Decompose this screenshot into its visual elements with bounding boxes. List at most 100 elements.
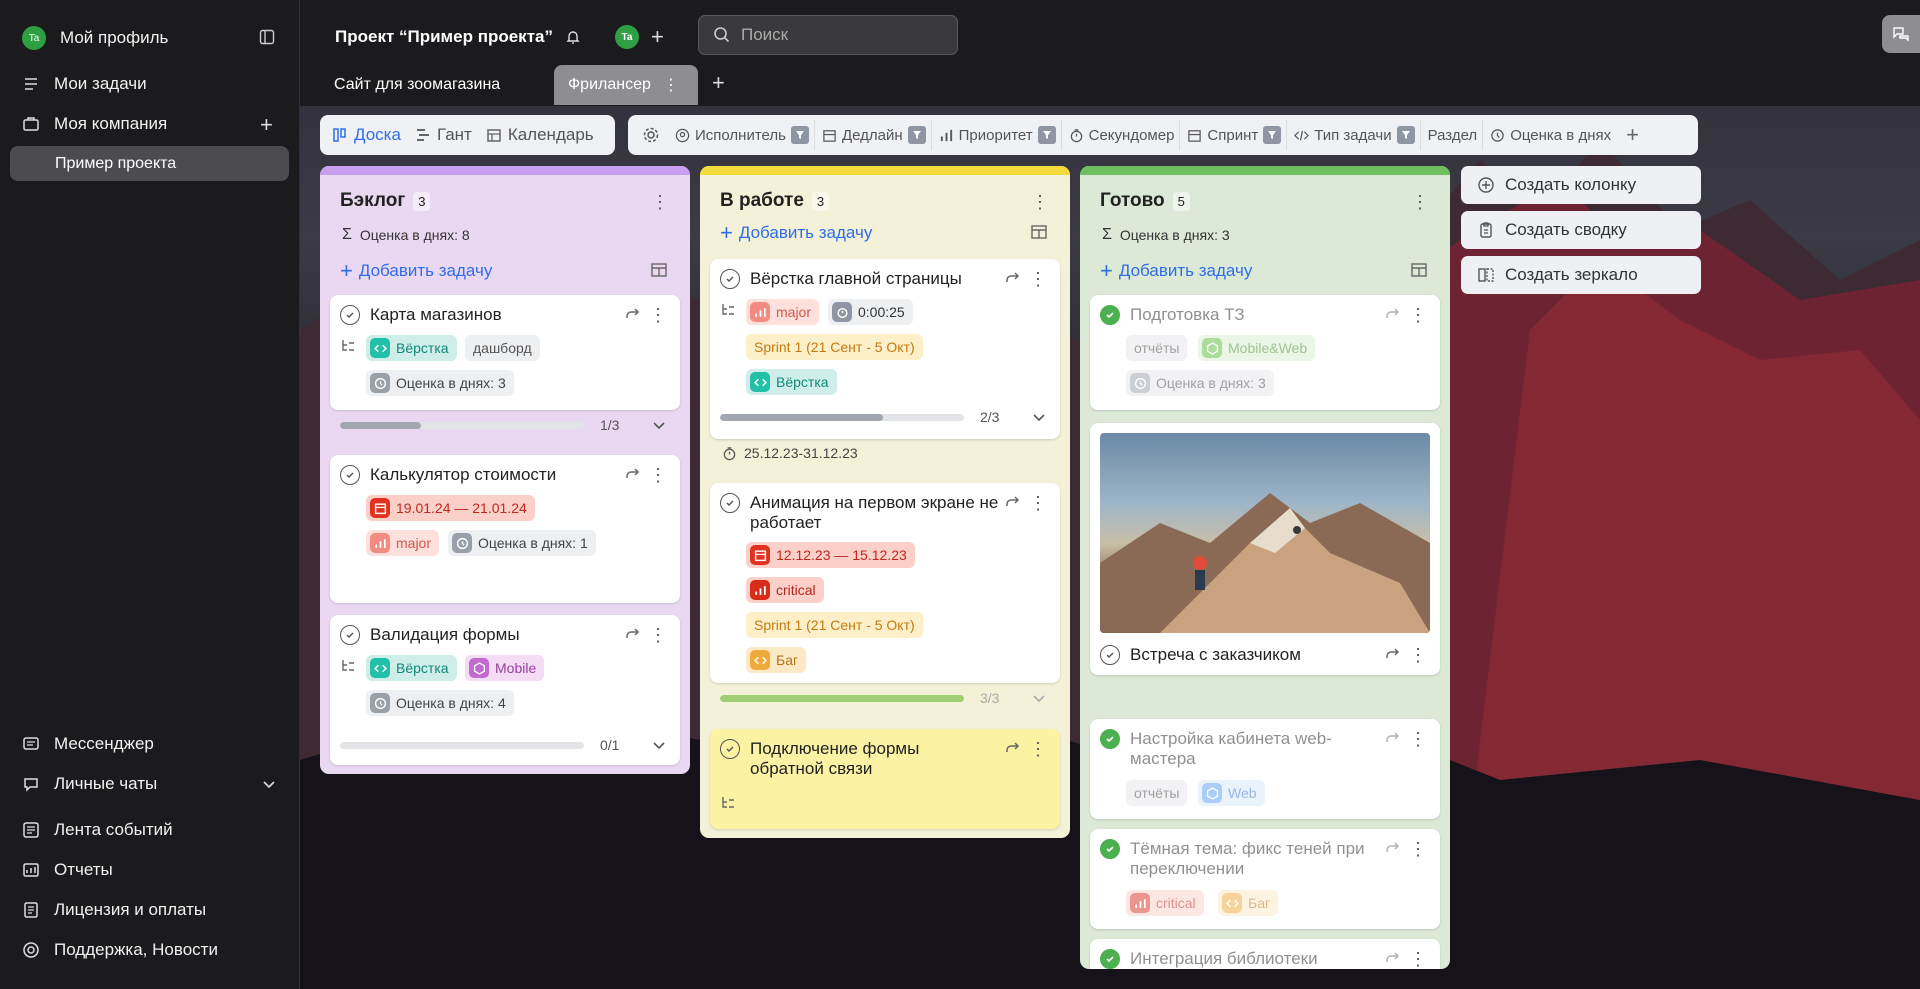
task-card[interactable]: Встреча с заказчиком ⋮ — [1090, 423, 1440, 675]
add-task-button[interactable]: + Добавить задачу — [1100, 258, 1252, 284]
filter-assignee[interactable]: Исполнитель — [670, 120, 815, 150]
add-filter-icon[interactable]: + — [1626, 122, 1639, 148]
gear-icon[interactable] — [642, 126, 660, 144]
add-task-button[interactable]: + Добавить задачу — [340, 258, 492, 284]
share-icon[interactable] — [1384, 646, 1402, 664]
add-member-icon[interactable]: + — [651, 24, 664, 50]
share-icon[interactable] — [624, 306, 642, 324]
create-mirror-button[interactable]: Создать зеркало — [1461, 256, 1701, 294]
collapse-sidebar-icon[interactable] — [259, 29, 275, 45]
card-menu-icon[interactable]: ⋮ — [1028, 739, 1048, 759]
share-icon[interactable] — [624, 466, 642, 484]
tab-freelancer[interactable]: Фрилансер ⋮ — [554, 65, 698, 105]
filter-stopwatch[interactable]: Секундомер — [1064, 120, 1181, 150]
search-input[interactable] — [741, 25, 941, 45]
task-card[interactable]: Интеграция библиотеки ⋮ — [1090, 939, 1440, 969]
task-card[interactable]: Анимация на первом экране не работает ⋮ … — [710, 483, 1060, 683]
task-card[interactable]: Вёрстка главной страницы ⋮ major 0:00:25… — [710, 259, 1060, 439]
filter-sprint[interactable]: Спринт — [1182, 120, 1288, 150]
add-task-button[interactable]: + Добавить задачу — [720, 220, 872, 246]
filter-deadline[interactable]: Дедлайн — [817, 120, 932, 150]
task-card[interactable]: Калькулятор стоимости ⋮ 19.01.24 — 21.01… — [330, 455, 680, 603]
share-icon[interactable] — [1384, 730, 1402, 748]
column-menu-icon[interactable]: ⋮ — [650, 192, 670, 212]
filter-task-type[interactable]: Тип задачи — [1289, 120, 1421, 150]
task-card[interactable]: Подключение формы обратной связи ⋮ — [710, 729, 1060, 829]
task-card[interactable]: Валидация формы ⋮ Вёрстка Mobile Оценка … — [330, 615, 680, 765]
complete-checkbox[interactable] — [1100, 729, 1120, 749]
task-card[interactable]: Карта магазинов ⋮ Вёрстка дашборд Оценка… — [330, 295, 680, 410]
tag-bug: Баг — [746, 647, 807, 673]
card-menu-icon[interactable]: ⋮ — [1028, 269, 1048, 289]
my-profile-link[interactable]: Ta Мой профиль — [22, 26, 168, 50]
sidebar-item-reports[interactable]: Отчеты — [22, 860, 113, 880]
filter-label: Исполнитель — [695, 126, 786, 144]
card-menu-icon[interactable]: ⋮ — [648, 625, 668, 645]
add-tab-icon[interactable]: + — [712, 70, 725, 96]
sidebar-item-license[interactable]: Лицензия и оплаты — [22, 900, 206, 920]
complete-checkbox[interactable] — [340, 305, 360, 325]
add-company-icon[interactable]: + — [260, 112, 273, 138]
card-template-icon[interactable] — [650, 261, 668, 279]
subtasks-icon — [722, 304, 734, 315]
sidebar-item-my-company[interactable]: Моя компания — [22, 114, 167, 134]
view-board[interactable]: Доска — [326, 120, 407, 150]
sidebar-item-feed[interactable]: Лента событий — [22, 820, 173, 840]
bell-icon[interactable] — [565, 29, 581, 45]
chevron-down-icon[interactable] — [1032, 691, 1046, 705]
sidebar-item-project[interactable]: Пример проекта — [10, 146, 289, 181]
complete-checkbox[interactable] — [720, 493, 740, 513]
search-box[interactable] — [698, 15, 958, 55]
share-icon[interactable] — [1004, 740, 1022, 758]
share-icon[interactable] — [1384, 950, 1402, 968]
card-menu-icon[interactable]: ⋮ — [1408, 645, 1428, 665]
chevron-down-icon[interactable] — [1032, 410, 1046, 424]
card-menu-icon[interactable]: ⋮ — [648, 305, 668, 325]
card-menu-icon[interactable]: ⋮ — [1408, 305, 1428, 325]
task-card[interactable]: Подготовка ТЗ ⋮ отчёты Mobile&Web Оценка… — [1090, 295, 1440, 410]
view-calendar[interactable]: Календарь — [480, 120, 600, 150]
sidebar-item-private-chats[interactable]: Личные чаты — [22, 774, 157, 794]
complete-checkbox[interactable] — [340, 625, 360, 645]
card-menu-icon[interactable]: ⋮ — [1408, 729, 1428, 749]
chevron-down-icon[interactable] — [652, 418, 666, 432]
tab-zoo-site[interactable]: Сайт для зоомагазина — [320, 65, 514, 105]
member-avatar[interactable]: Ta — [614, 25, 639, 49]
complete-checkbox[interactable] — [720, 739, 740, 759]
filter-section[interactable]: Раздел — [1423, 120, 1484, 150]
chat-panel-button[interactable] — [1882, 15, 1920, 53]
share-icon[interactable] — [1004, 270, 1022, 288]
chevron-down-icon[interactable] — [262, 778, 276, 792]
tab-menu-icon[interactable]: ⋮ — [663, 75, 679, 95]
card-menu-icon[interactable]: ⋮ — [1028, 493, 1048, 513]
sidebar-item-support[interactable]: Поддержка, Новости — [22, 940, 218, 960]
task-card[interactable]: Настройка кабинета web-мастера ⋮ отчёты … — [1090, 719, 1440, 819]
card-template-icon[interactable] — [1410, 261, 1428, 279]
complete-checkbox[interactable] — [1100, 839, 1120, 859]
task-title: Карта магазинов — [370, 305, 502, 324]
share-icon[interactable] — [1384, 840, 1402, 858]
card-menu-icon[interactable]: ⋮ — [1408, 949, 1428, 969]
chevron-down-icon[interactable] — [652, 738, 666, 752]
card-menu-icon[interactable]: ⋮ — [648, 465, 668, 485]
card-menu-icon[interactable]: ⋮ — [1408, 839, 1428, 859]
column-menu-icon[interactable]: ⋮ — [1410, 192, 1430, 212]
share-icon[interactable] — [1384, 306, 1402, 324]
view-gantt[interactable]: Гант — [409, 120, 478, 150]
create-summary-button[interactable]: Создать сводку — [1461, 211, 1701, 249]
complete-checkbox[interactable] — [340, 465, 360, 485]
create-column-button[interactable]: Создать колонку — [1461, 166, 1701, 204]
filter-estimate[interactable]: Оценка в днях — [1485, 120, 1616, 150]
filter-priority[interactable]: Приоритет — [934, 120, 1062, 150]
column-menu-icon[interactable]: ⋮ — [1030, 192, 1050, 212]
share-icon[interactable] — [1004, 494, 1022, 512]
complete-checkbox[interactable] — [720, 269, 740, 289]
complete-checkbox[interactable] — [1100, 645, 1120, 665]
card-template-icon[interactable] — [1030, 223, 1048, 241]
complete-checkbox[interactable] — [1100, 305, 1120, 325]
sidebar-item-messenger[interactable]: Мессенджер — [22, 734, 154, 754]
sidebar-item-my-tasks[interactable]: Мои задачи — [22, 74, 147, 94]
task-card[interactable]: Тёмная тема: фикс теней при переключении… — [1090, 829, 1440, 929]
complete-checkbox[interactable] — [1100, 949, 1120, 969]
share-icon[interactable] — [624, 626, 642, 644]
